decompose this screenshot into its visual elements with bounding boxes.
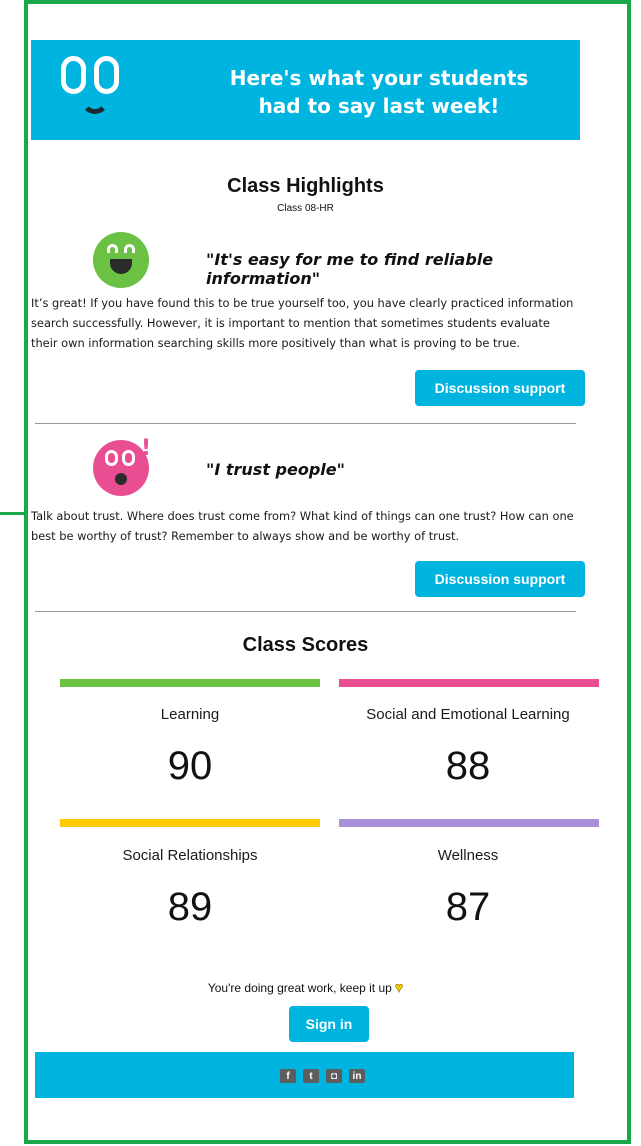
divider-1 <box>35 423 576 424</box>
heart-icon: ♥ <box>394 979 404 996</box>
score-label-learning: Learning <box>160 706 220 723</box>
discussion-support-button-2[interactable]: Discussion support <box>415 561 585 597</box>
score-bar-sel <box>339 679 599 687</box>
highlight-quote-1: "It's easy for me to find reliable infor… <box>206 250 494 288</box>
linkedin-icon[interactable]: in <box>349 1069 365 1083</box>
social-footer: f t ◘ in <box>35 1052 574 1098</box>
encouragement-text: You're doing great work, keep it up <box>207 981 392 995</box>
highlight-text-2: Talk about trust. Where does trust come … <box>31 509 574 543</box>
happy-face-icon <box>93 232 149 288</box>
hero-title: Here's what your students had to say las… <box>219 64 539 120</box>
score-bar-relationships <box>60 819 320 827</box>
discussion-support-button-1[interactable]: Discussion support <box>415 370 585 406</box>
highlights-title: Class Highlights <box>227 175 384 197</box>
facebook-icon[interactable]: f <box>280 1069 296 1083</box>
score-value-relationships: 89 <box>167 885 213 929</box>
surprised-face-icon: ! <box>93 436 151 496</box>
score-value-learning: 90 <box>167 744 213 788</box>
twitter-icon[interactable]: t <box>303 1069 319 1083</box>
highlight-quote-2: "I trust people" <box>206 460 345 479</box>
hero-title-line2: had to say last week! <box>258 94 500 118</box>
divider-2 <box>35 611 576 612</box>
score-label-wellness: Wellness <box>437 847 499 864</box>
instagram-icon[interactable]: ◘ <box>326 1069 342 1083</box>
highlight-text-1: It’s great! If you have found this to be… <box>31 296 574 350</box>
score-bar-learning <box>60 679 320 687</box>
sign-in-button[interactable]: Sign in <box>289 1006 369 1042</box>
frame-tick-mark <box>0 512 26 515</box>
class-name: Class 08-HR <box>277 203 334 214</box>
brand-logo-icon <box>61 56 131 122</box>
score-value-sel: 88 <box>445 744 491 788</box>
score-label-sel: Social and Emotional Learning <box>366 706 570 723</box>
encouragement-note: You're doing great work, keep it up ♥ <box>31 979 580 996</box>
hero-title-line1: Here's what your students <box>229 66 529 90</box>
hero-banner: Here's what your students had to say las… <box>31 40 580 140</box>
score-label-relationships: Social Relationships <box>122 847 258 864</box>
score-value-wellness: 87 <box>445 885 491 929</box>
score-bar-wellness <box>339 819 599 827</box>
scores-title: Class Scores <box>242 634 369 656</box>
